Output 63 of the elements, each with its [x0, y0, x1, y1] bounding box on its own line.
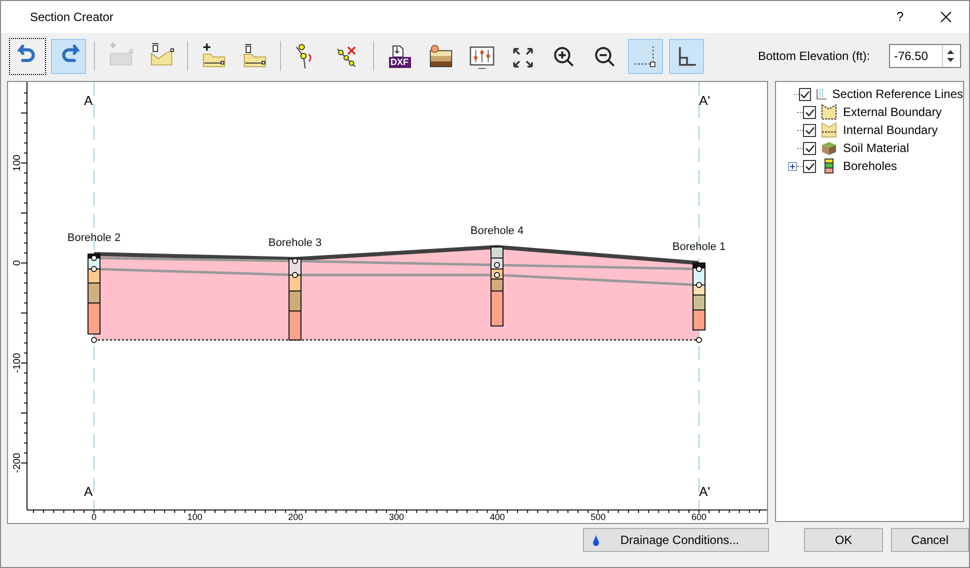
- external-layer-icon: [820, 104, 838, 120]
- ok-button[interactable]: OK: [804, 528, 883, 552]
- vertex-marker: [292, 272, 298, 278]
- bottom-elevation-label: Bottom Elevation (ft):: [758, 48, 870, 65]
- x-axis-label: 100: [187, 512, 202, 522]
- borehole-label: Borehole 4: [470, 225, 524, 237]
- layer-label[interactable]: Section Reference Lines: [832, 85, 964, 103]
- bottom-elevation-field[interactable]: -76.50: [890, 45, 942, 67]
- borehole-column: [692, 262, 706, 330]
- vertex-marker: [696, 266, 702, 272]
- reference-layer-icon: [814, 86, 828, 102]
- x-axis-label: 200: [288, 512, 304, 522]
- undo-button[interactable]: [10, 38, 45, 74]
- internal-layer-icon: [820, 122, 838, 138]
- dxf-export-button[interactable]: DXF: [382, 38, 417, 74]
- layer-label[interactable]: Soil Material: [843, 139, 910, 157]
- bottom-elevation-spinner[interactable]: -76.50: [889, 44, 961, 68]
- vertex-marker: [696, 282, 702, 288]
- x-axis-label: 400: [490, 512, 505, 522]
- layer-label[interactable]: External Boundary: [843, 103, 942, 121]
- vertex-marker: [494, 272, 500, 278]
- ortho-button[interactable]: [669, 38, 704, 74]
- expand-icon[interactable]: [788, 162, 797, 170]
- y-axis-label: -200: [12, 453, 23, 473]
- y-axis-label: -100: [12, 353, 23, 373]
- section-label: A': [699, 93, 710, 108]
- checkmark-icon: [800, 90, 810, 98]
- vertex-marker: [696, 337, 702, 343]
- y-axis-label: 100: [12, 154, 23, 172]
- y-axis-label: 0: [12, 260, 23, 266]
- vertex-marker: [292, 258, 298, 264]
- window-title: Section Creator: [30, 9, 114, 26]
- snap-button[interactable]: [628, 38, 663, 74]
- x-axis-label: 500: [590, 512, 606, 522]
- vertex-marker: [91, 337, 97, 343]
- layer-checkbox[interactable]: [803, 124, 816, 136]
- help-button[interactable]: ?: [877, 1, 923, 33]
- cancel-button[interactable]: Cancel: [890, 528, 969, 552]
- layer-label[interactable]: Boreholes: [843, 157, 898, 175]
- water-drop-icon: [592, 534, 600, 546]
- section-label: A: [84, 93, 93, 108]
- vertex-marker: [91, 255, 97, 261]
- layer-checkbox[interactable]: [803, 160, 816, 172]
- section-label: A: [84, 484, 93, 499]
- redo-button[interactable]: [51, 38, 86, 74]
- down-arrow-icon[interactable]: [946, 57, 955, 63]
- vertex-marker: [91, 266, 97, 272]
- layer-label[interactable]: Internal Boundary: [843, 121, 938, 139]
- vertex-marker: [494, 262, 500, 268]
- layer-checkbox[interactable]: [803, 142, 816, 154]
- borehole-label: Borehole 2: [67, 232, 121, 244]
- borehole-label: Borehole 1: [672, 241, 726, 253]
- close-icon: [940, 11, 952, 23]
- section-label: A': [699, 484, 710, 499]
- drainage-conditions-button[interactable]: Drainage Conditions...: [583, 528, 769, 552]
- x-axis-label: 300: [388, 512, 404, 522]
- layer-checkbox[interactable]: [798, 88, 811, 100]
- up-arrow-icon[interactable]: [946, 49, 955, 55]
- x-axis-label: 600: [691, 512, 707, 522]
- x-axis-label: 0: [92, 512, 96, 522]
- borehole-label: Borehole 3: [268, 237, 322, 249]
- layer-checkbox[interactable]: [803, 106, 816, 118]
- soil-layer-icon: [820, 140, 838, 156]
